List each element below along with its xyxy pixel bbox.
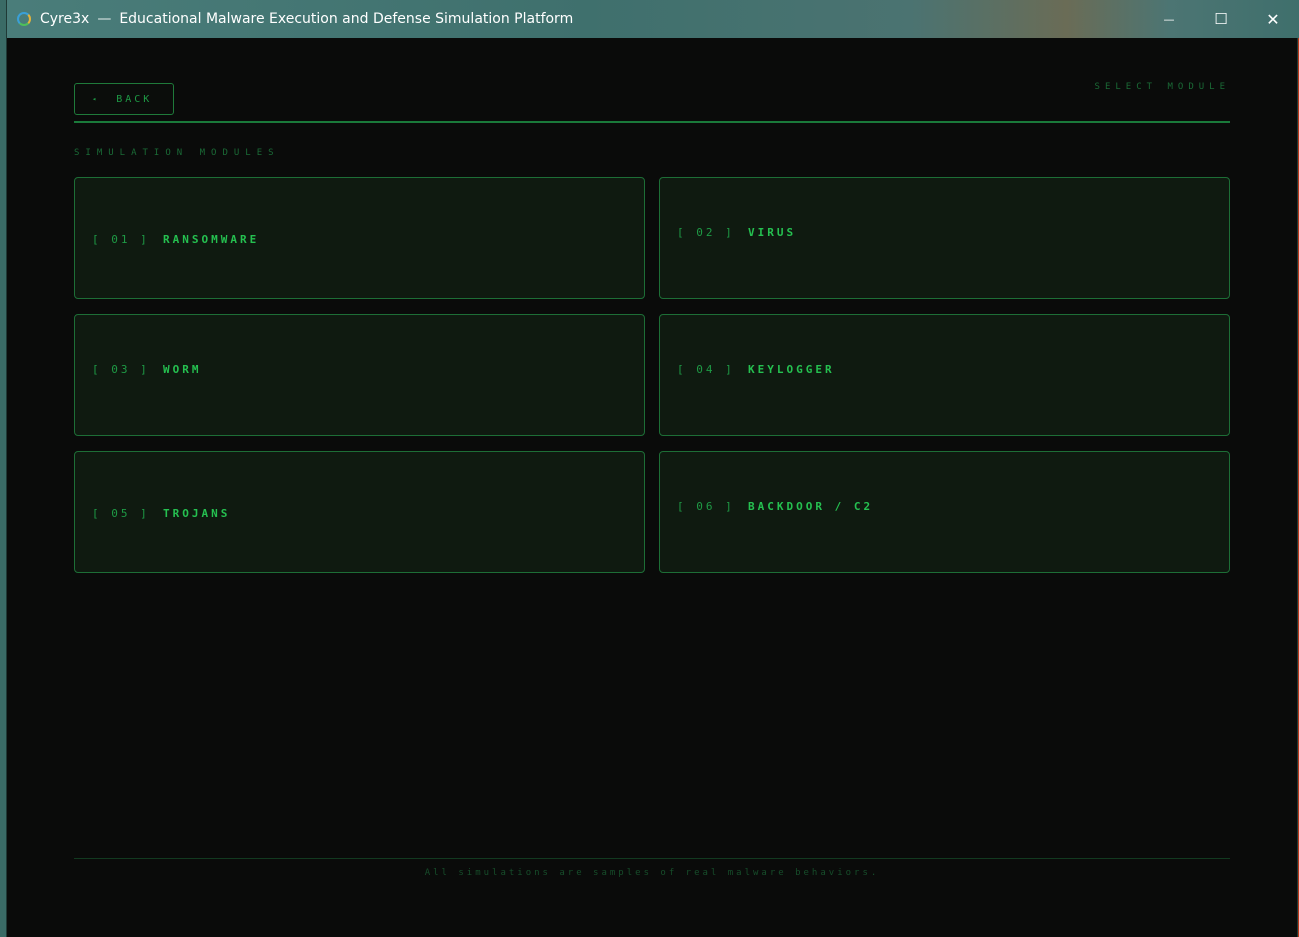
close-icon: ✕ <box>1266 9 1280 29</box>
triangle-left-icon: ◂ <box>92 95 100 103</box>
module-name: VIRUS <box>748 226 797 239</box>
footer-note: All simulations are samples of real malw… <box>424 868 880 878</box>
module-card-worm[interactable]: [ 03 ] WORM <box>74 314 645 436</box>
close-button[interactable]: ✕ <box>1247 0 1299 38</box>
back-button[interactable]: ◂ BACK <box>74 83 174 115</box>
maximize-button[interactable]: ☐ <box>1195 0 1247 38</box>
module-name: RANSOMWARE <box>163 233 260 246</box>
minimize-button[interactable]: — <box>1143 0 1195 38</box>
module-number: [ 02 ] <box>677 226 735 239</box>
module-number: [ 03 ] <box>92 363 150 376</box>
cyre3x-logo-icon <box>17 12 31 26</box>
app-window: Cyre3x — Educational Malware Execution a… <box>6 0 1299 937</box>
app-name: Cyre3x <box>40 11 90 27</box>
module-card-virus[interactable]: [ 02 ] VIRUS <box>659 177 1230 299</box>
module-number: [ 04 ] <box>677 363 735 376</box>
module-card-trojans[interactable]: [ 05 ] TROJANS <box>74 451 645 573</box>
module-name: BACKDOOR / C2 <box>748 500 874 513</box>
module-card-backdoor-c2[interactable]: [ 06 ] BACKDOOR / C2 <box>659 451 1230 573</box>
module-number: [ 05 ] <box>92 507 150 520</box>
module-number: [ 01 ] <box>92 233 150 246</box>
minimize-icon: — <box>1163 12 1175 26</box>
header-divider <box>74 121 1230 123</box>
title-bar[interactable]: Cyre3x — Educational Malware Execution a… <box>7 0 1299 38</box>
footer-divider <box>74 858 1230 859</box>
module-name: WORM <box>163 363 202 376</box>
back-button-label: BACK <box>116 93 153 105</box>
page-heading: SELECT MODULE <box>1094 82 1230 92</box>
module-name: KEYLOGGER <box>748 363 835 376</box>
module-card-keylogger[interactable]: [ 04 ] KEYLOGGER <box>659 314 1230 436</box>
module-name: TROJANS <box>163 507 231 520</box>
maximize-icon: ☐ <box>1214 10 1228 28</box>
module-card-ransomware[interactable]: [ 01 ] RANSOMWARE <box>74 177 645 299</box>
section-label: SIMULATION MODULES <box>74 148 280 158</box>
module-number: [ 06 ] <box>677 500 735 513</box>
title-separator: — <box>97 11 112 27</box>
window-controls: — ☐ ✕ <box>1143 0 1299 38</box>
window-title: Educational Malware Execution and Defens… <box>119 11 574 27</box>
